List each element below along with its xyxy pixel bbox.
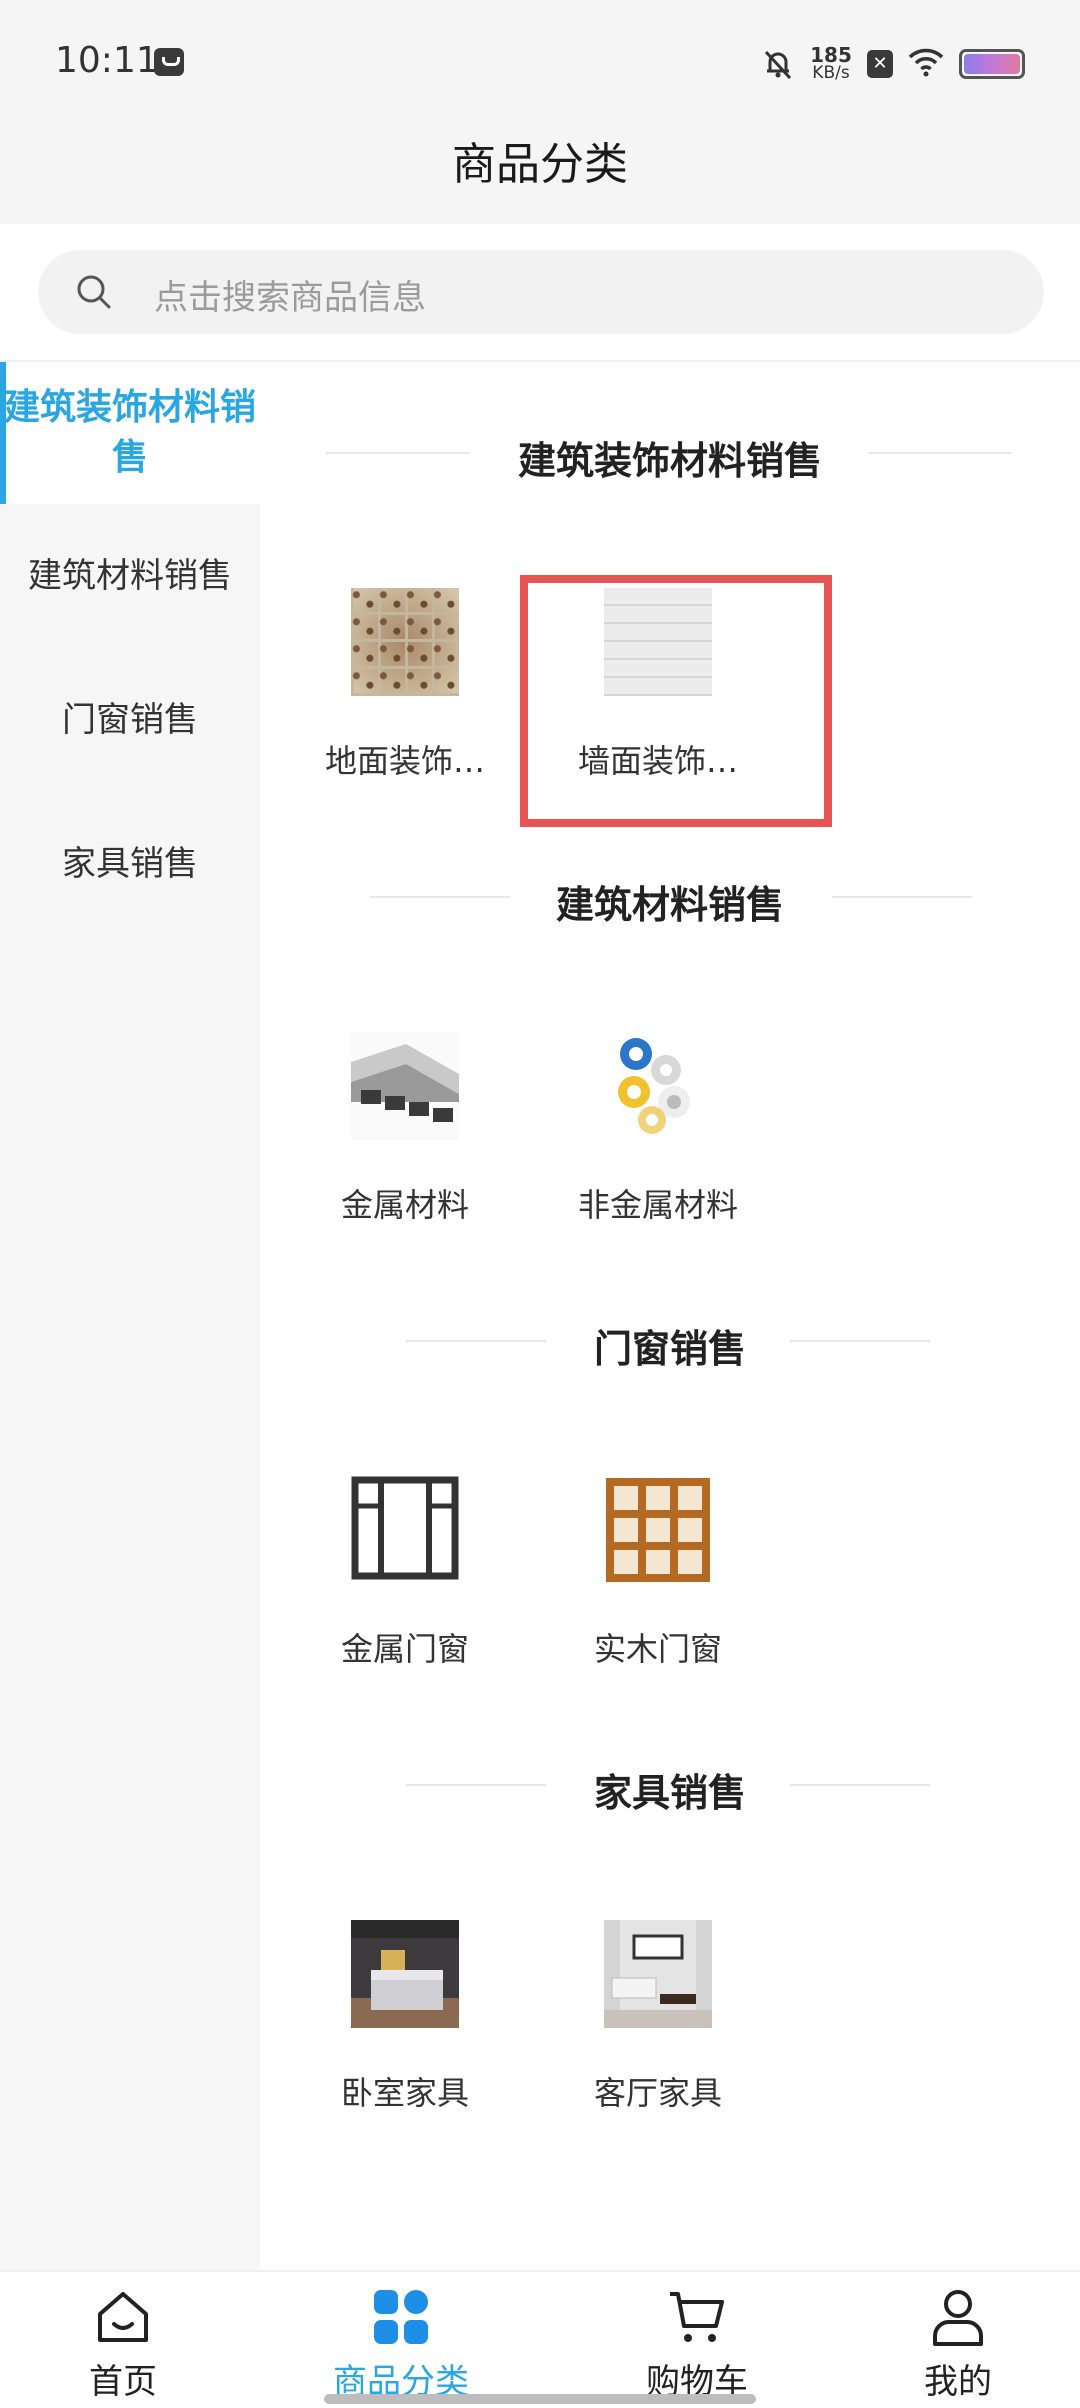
- section-title: 建筑装饰材料销售: [517, 439, 822, 483]
- page-title: 商品分类: [452, 139, 628, 190]
- search-input[interactable]: 点击搜索商品信息: [38, 250, 1044, 334]
- search-icon: [74, 272, 114, 312]
- network-speed-value: 185: [810, 43, 852, 67]
- sidebar-item-decoration-materials[interactable]: 建筑装饰材料销售: [0, 362, 260, 504]
- mute-bell-icon: [761, 47, 795, 81]
- product-item-metal-windows[interactable]: 金属门窗: [290, 1476, 520, 1670]
- living-room-image: [604, 1920, 712, 2028]
- status-indicators: 185 KB/s ✕: [761, 42, 1025, 86]
- sidebar-item-building-materials[interactable]: 建筑材料销售: [0, 504, 260, 648]
- product-label: 卧室家具: [340, 2074, 469, 2112]
- category-icon: [370, 2286, 432, 2348]
- network-speed-unit: KB/s: [812, 63, 850, 83]
- product-label: 金属门窗: [340, 1630, 469, 1668]
- top-area: 10:11 185 KB/s ✕ 商品分类: [0, 0, 1080, 224]
- bedroom-image: [351, 1920, 459, 2028]
- section-title: 建筑材料销售: [555, 883, 784, 927]
- sidebar-item-label: 门窗销售: [62, 700, 198, 740]
- nav-home[interactable]: 首页: [23, 2286, 223, 2403]
- highlight-box: [520, 575, 832, 827]
- product-item-metal-materials[interactable]: 金属材料: [290, 1032, 520, 1226]
- section-title: 门窗销售: [593, 1327, 746, 1371]
- nav-label: 我的: [924, 2362, 992, 2402]
- sidebar-item-label: 家具销售: [62, 844, 198, 884]
- product-item-bedroom-furniture[interactable]: 卧室家具: [290, 1920, 520, 2114]
- product-item-wood-windows[interactable]: 实木门窗: [543, 1476, 773, 1670]
- wood-window-image: [604, 1476, 712, 1584]
- sidebar-item-label: 建筑材料销售: [28, 556, 232, 596]
- category-sidebar: 建筑装饰材料销售 建筑材料销售 门窗销售 家具销售: [0, 362, 260, 2270]
- user-icon: [927, 2286, 989, 2348]
- product-label: 实木门窗: [593, 1630, 722, 1668]
- home-icon: [92, 2286, 154, 2348]
- nav-cart[interactable]: 购物车: [597, 2286, 797, 2403]
- nav-profile[interactable]: 我的: [858, 2286, 1058, 2403]
- product-item-living-room-furniture[interactable]: 客厅家具: [543, 1920, 773, 2114]
- cart-icon: [666, 2286, 728, 2348]
- sidebar-item-furniture[interactable]: 家具销售: [0, 792, 260, 936]
- message-notification-icon: [154, 48, 184, 76]
- metal-tube-image: [351, 1032, 459, 1140]
- sidebar-item-doors-windows[interactable]: 门窗销售: [0, 648, 260, 792]
- bottom-nav: 首页 商品分类 购物车 我的: [0, 2270, 1080, 2408]
- sidebar-item-label: 建筑装饰材料销售: [4, 387, 257, 478]
- sim-error-icon: ✕: [867, 50, 893, 78]
- gesture-bar[interactable]: [324, 2394, 756, 2404]
- product-item-floor-decoration[interactable]: 地面装饰…: [290, 588, 520, 782]
- nav-category[interactable]: 商品分类: [301, 2286, 501, 2403]
- floor-tile-image: [351, 588, 459, 696]
- product-label: 非金属材料: [577, 1186, 738, 1224]
- tape-rolls-image: [604, 1032, 712, 1140]
- status-bar: 10:11 185 KB/s ✕: [0, 0, 1080, 124]
- product-label: 客厅家具: [593, 2074, 722, 2112]
- wifi-icon: [907, 47, 945, 81]
- battery-icon: [959, 49, 1025, 79]
- product-label: 地面装饰…: [324, 742, 485, 780]
- product-label: 金属材料: [340, 1186, 469, 1224]
- network-speed: 185 KB/s: [809, 43, 853, 83]
- product-item-nonmetal-materials[interactable]: 非金属材料: [543, 1032, 773, 1226]
- nav-label: 首页: [89, 2362, 157, 2402]
- search-placeholder: 点击搜索商品信息: [154, 278, 426, 318]
- status-time: 10:11: [55, 40, 159, 81]
- metal-window-image: [351, 1476, 459, 1584]
- app-screen: 10:11 185 KB/s ✕ 商品分类 点击搜索商品信息 建筑装饰材料销售 …: [0, 0, 1080, 2408]
- section-title: 家具销售: [593, 1771, 746, 1815]
